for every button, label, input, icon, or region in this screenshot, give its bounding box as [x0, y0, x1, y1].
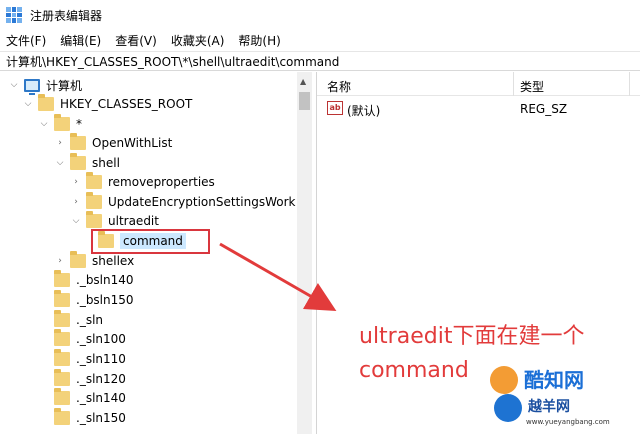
- title-bar: 注册表编辑器: [0, 0, 640, 30]
- tree-node-sln140[interactable]: ._sln140: [54, 388, 126, 408]
- watermark-url: www.yueyangbang.com: [526, 418, 610, 426]
- chevron-right-icon[interactable]: ›: [54, 255, 66, 267]
- folder-icon: [38, 94, 54, 111]
- string-value-icon: ab: [327, 101, 343, 115]
- watermark-logo-icon: [490, 366, 518, 394]
- folder-icon: [54, 270, 70, 287]
- column-header-type[interactable]: 类型: [520, 78, 544, 95]
- tree-label: ._bsln140: [76, 273, 134, 287]
- chevron-right-icon[interactable]: ›: [54, 137, 66, 149]
- annotation-line-1: ultraedit下面在建一个: [359, 324, 585, 349]
- tree-label: removeproperties: [108, 175, 215, 189]
- tree-label: *: [76, 117, 82, 131]
- tree-label: ._sln100: [76, 332, 126, 346]
- tree-node-removeproperties[interactable]: › removeproperties: [70, 172, 215, 192]
- chevron-right-icon[interactable]: ›: [70, 196, 82, 208]
- chevron-down-icon[interactable]: ⌵: [8, 79, 20, 91]
- folder-icon: [86, 192, 102, 209]
- tree-node-openwithlist[interactable]: › OpenWithList: [54, 133, 172, 153]
- tree-node-sln110[interactable]: ._sln110: [54, 349, 126, 369]
- scrollbar-thumb[interactable]: [299, 92, 310, 110]
- folder-icon: [54, 388, 70, 405]
- menu-help[interactable]: 帮助(H): [238, 32, 280, 49]
- folder-icon: [54, 369, 70, 386]
- value-name: (默认): [347, 104, 381, 118]
- tree-node-shellex[interactable]: › shellex: [54, 251, 134, 271]
- watermark-brand-icon: [494, 394, 522, 422]
- folder-icon: [54, 114, 70, 131]
- tree-scrollbar[interactable]: ▲: [297, 72, 312, 434]
- folder-icon: [70, 133, 86, 150]
- tree-label: shell: [92, 156, 120, 170]
- column-header-name[interactable]: 名称: [327, 78, 351, 95]
- list-header: 名称 类型: [317, 72, 640, 96]
- folder-icon: [70, 153, 86, 170]
- tree-node-ultraedit[interactable]: ⌵ ultraedit: [70, 211, 159, 231]
- folder-icon: [86, 172, 102, 189]
- chevron-down-icon[interactable]: ⌵: [22, 98, 34, 110]
- folder-icon: [70, 251, 86, 268]
- tree-node-computer[interactable]: ⌵ 计算机: [8, 75, 82, 95]
- tree-label: ._sln: [76, 313, 104, 327]
- highlight-box: [91, 229, 210, 254]
- tree-node-bsln150[interactable]: ._bsln150: [54, 290, 134, 310]
- tree-label: 计算机: [46, 78, 83, 93]
- watermark-logo-text: 酷知网: [524, 368, 584, 392]
- tree-label: UpdateEncryptionSettingsWork: [108, 195, 296, 209]
- tree-label: shellex: [92, 254, 135, 268]
- tree-label: ._sln120: [76, 372, 126, 386]
- menu-file[interactable]: 文件(F): [6, 32, 46, 49]
- column-divider[interactable]: [513, 72, 514, 96]
- chevron-down-icon[interactable]: ⌵: [54, 157, 66, 169]
- tree-node-hkcr[interactable]: ⌵ HKEY_CLASSES_ROOT: [22, 94, 192, 114]
- window-title: 注册表编辑器: [30, 8, 103, 23]
- folder-icon: [54, 329, 70, 346]
- tree-node-sln120[interactable]: ._sln120: [54, 369, 126, 389]
- address-bar[interactable]: 计算机\HKEY_CLASSES_ROOT\*\shell\ultraedit\…: [0, 51, 640, 71]
- folder-icon: [54, 290, 70, 307]
- menu-edit[interactable]: 编辑(E): [60, 32, 101, 49]
- tree-label: ._sln150: [76, 411, 126, 425]
- folder-icon: [86, 211, 102, 228]
- tree-label: ._sln140: [76, 391, 126, 405]
- tree-node-star[interactable]: ⌵ *: [38, 114, 82, 134]
- value-type: REG_SZ: [520, 102, 568, 116]
- chevron-down-icon[interactable]: ⌵: [38, 118, 50, 130]
- tree-label: ._bsln150: [76, 293, 134, 307]
- tree-node-sln100[interactable]: ._sln100: [54, 329, 126, 349]
- scroll-up-icon[interactable]: ▲: [300, 77, 306, 86]
- folder-icon: [54, 349, 70, 366]
- tree-label: OpenWithList: [92, 136, 173, 150]
- folder-icon: [54, 408, 70, 425]
- computer-icon: [24, 78, 40, 95]
- tree-node-sln150[interactable]: ._sln150: [54, 408, 126, 428]
- tree-label: ultraedit: [108, 214, 159, 228]
- menu-favorites[interactable]: 收藏夹(A): [171, 32, 225, 49]
- menu-bar: 文件(F) 编辑(E) 查看(V) 收藏夹(A) 帮助(H): [0, 30, 640, 50]
- watermark-brand: 越羊网: [528, 399, 570, 415]
- watermark: 酷知网 越羊网 www.yueyangbang.com: [484, 360, 640, 434]
- tree-node-shell[interactable]: ⌵ shell: [54, 153, 120, 173]
- regedit-icon: [6, 7, 22, 23]
- folder-icon: [54, 310, 70, 327]
- address-path: 计算机\HKEY_CLASSES_ROOT\*\shell\ultraedit\…: [6, 54, 340, 69]
- tree-node-bsln140[interactable]: ._bsln140: [54, 270, 134, 290]
- tree-node-sln[interactable]: ._sln: [54, 310, 103, 330]
- list-row[interactable]: ab (默认) REG_SZ: [317, 99, 640, 119]
- chevron-right-icon[interactable]: ›: [70, 176, 82, 188]
- tree-label: ._sln110: [76, 352, 126, 366]
- tree-node-updateencryption[interactable]: › UpdateEncryptionSettingsWork: [70, 192, 296, 212]
- tree-label: HKEY_CLASSES_ROOT: [60, 97, 193, 111]
- menu-view[interactable]: 查看(V): [115, 32, 157, 49]
- column-divider[interactable]: [629, 72, 630, 96]
- chevron-down-icon[interactable]: ⌵: [70, 215, 82, 227]
